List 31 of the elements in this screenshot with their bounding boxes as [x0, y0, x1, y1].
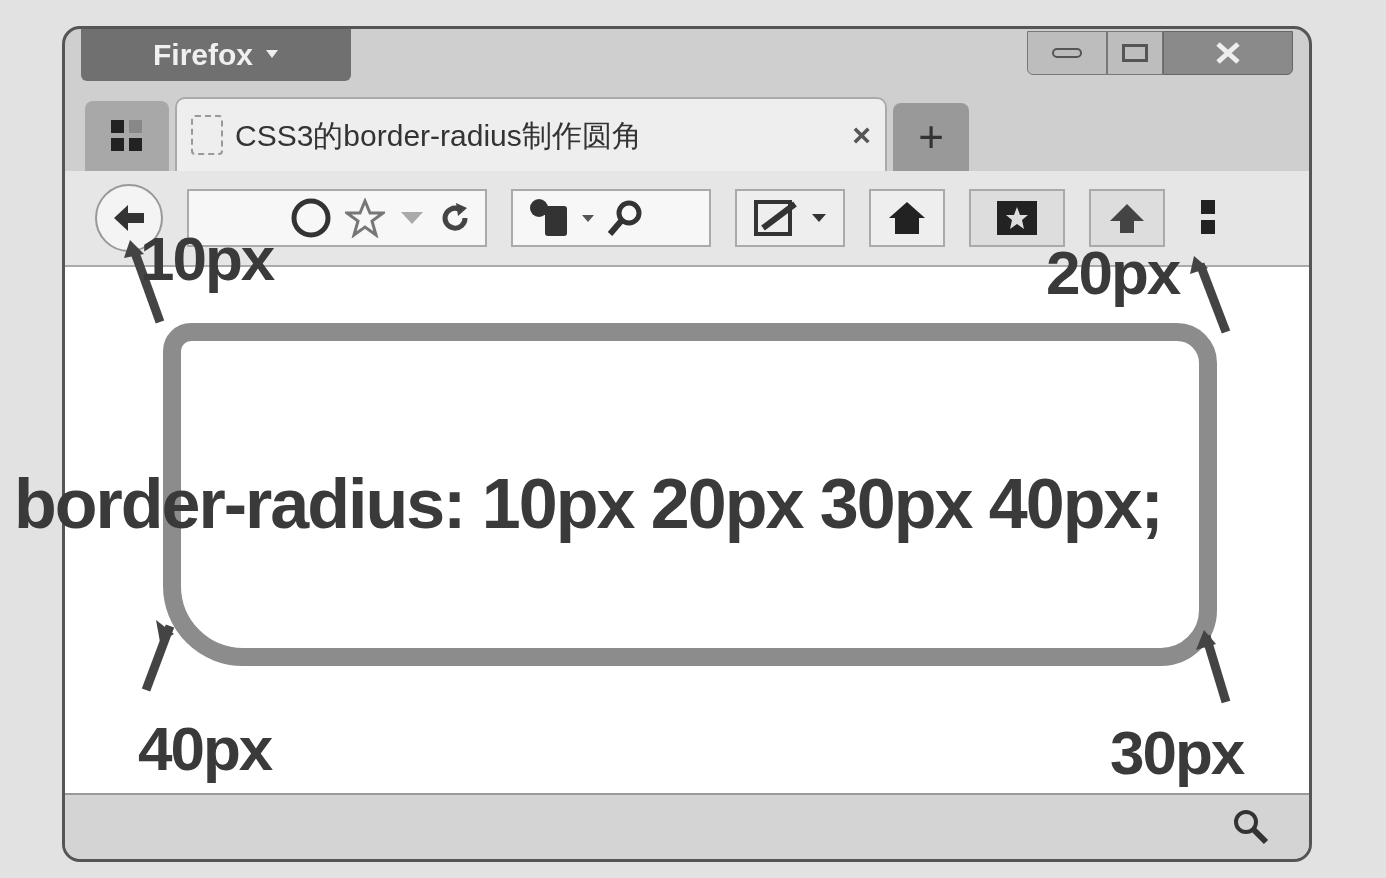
- tab-close-button[interactable]: ×: [852, 111, 871, 159]
- home-icon: [887, 200, 927, 236]
- close-button[interactable]: [1163, 31, 1293, 75]
- back-arrow-icon: [112, 203, 146, 233]
- dropdown-icon: [811, 213, 827, 223]
- globe-icon: [291, 198, 331, 238]
- tab-title: CSS3的border-radius制作圆角: [235, 117, 643, 154]
- close-icon: [1215, 42, 1241, 64]
- dropdown-icon: [265, 49, 279, 59]
- corner-radius-label: 10px: [140, 223, 274, 295]
- pointer-arrow: [141, 620, 175, 692]
- tab-groups-button[interactable]: [85, 101, 169, 171]
- grid-icon: [109, 118, 145, 154]
- minimize-button[interactable]: [1027, 31, 1107, 75]
- bookmarks-button[interactable]: [969, 189, 1065, 247]
- search-bar[interactable]: [511, 189, 711, 247]
- star-icon: [345, 198, 385, 238]
- corner-radius-label: 20px: [1046, 237, 1180, 309]
- browser-tab[interactable]: CSS3的border-radius制作圆角 ×: [175, 97, 887, 171]
- dropdown-icon: [581, 213, 595, 223]
- firefox-menu-button[interactable]: Firefox: [81, 29, 351, 81]
- page-icon: [191, 115, 223, 155]
- pen-icon: [753, 198, 799, 238]
- search-icon: [1233, 809, 1269, 845]
- corner-radius-label: 30px: [1110, 717, 1244, 789]
- maximize-button[interactable]: [1107, 31, 1163, 75]
- corner-radius-label: 40px: [138, 713, 272, 785]
- add-on-button[interactable]: [735, 189, 845, 247]
- sync-button[interactable]: [1089, 189, 1165, 247]
- home-button[interactable]: [869, 189, 945, 247]
- new-tab-button[interactable]: +: [893, 103, 969, 171]
